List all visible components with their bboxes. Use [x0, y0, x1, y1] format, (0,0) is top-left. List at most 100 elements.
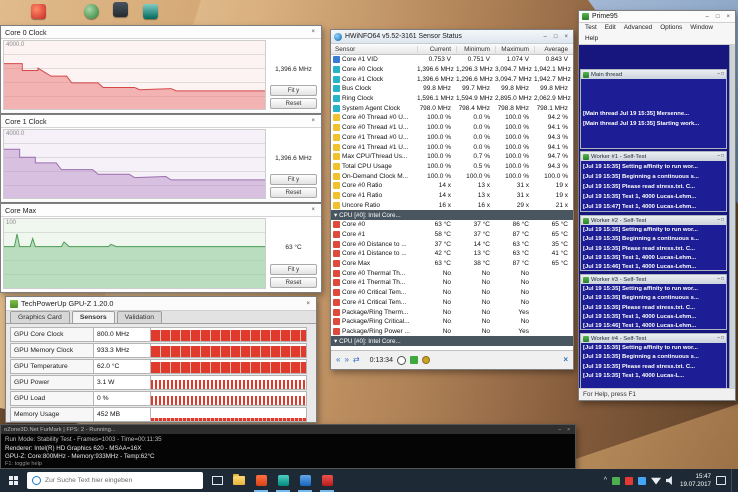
column-minimum[interactable]: Minimum: [456, 45, 495, 53]
child-window-buttons[interactable]: – □: [717, 335, 724, 342]
gpuz-titlebar[interactable]: TechPowerUp GPU-Z 1.20.0 ×: [6, 297, 316, 311]
child-window-buttons[interactable]: – □: [717, 276, 724, 283]
sensor-section-header[interactable]: ▾ CPU [#0]: Intel Core...: [331, 210, 573, 220]
fit-y-button[interactable]: Fit y: [270, 85, 317, 96]
sensor-row[interactable]: Core #1 Thread #0 U... 100.0 % 0.0 % 100…: [331, 133, 573, 143]
sensor-row[interactable]: Ring Clock 1,596.1 MHz 1,594.9 MHz 2,895…: [331, 94, 573, 104]
child-titlebar[interactable]: Worker #3 - Self-Test – □: [581, 275, 726, 284]
sensor-row[interactable]: Core #1 Distance to ... 42 °C 13 °C 63 °…: [331, 249, 573, 259]
child-window-buttons[interactable]: – □: [717, 153, 724, 160]
sensor-row[interactable]: Core #1 VID 0.753 V 0.751 V 1.074 V 0.84…: [331, 55, 573, 65]
tray-app-icon[interactable]: [638, 476, 647, 485]
sensor-row[interactable]: Core #1 Critical Tem... No No No: [331, 298, 573, 308]
gpuz-sensor-value[interactable]: 933.3 MHz: [94, 343, 151, 358]
close-icon[interactable]: ×: [309, 206, 317, 214]
menu-item[interactable]: Options: [656, 23, 686, 34]
child-window-buttons[interactable]: – □: [717, 217, 724, 224]
sensor-row[interactable]: System Agent Clock 798.0 MHz 798.4 MHz 7…: [331, 103, 573, 113]
chevron-up-icon[interactable]: ^: [604, 477, 607, 484]
taskbar-clock[interactable]: 15:47 19.07.2017: [680, 473, 711, 488]
child-titlebar[interactable]: Main thread – □: [581, 70, 726, 79]
menu-item[interactable]: Help: [581, 34, 602, 45]
graph-window-titlebar[interactable]: Core 0 Clock ×: [1, 26, 321, 39]
sensor-row[interactable]: Core #1 58 °C 37 °C 87 °C 65 °C: [331, 230, 573, 240]
gpuz-sensor-value[interactable]: 0 %: [94, 391, 151, 406]
sensor-row[interactable]: Package/Ring Critical... No No No: [331, 317, 573, 327]
settings-gear-icon[interactable]: [421, 356, 430, 364]
sensor-row[interactable]: Core #0 Clock 1,396.6 MHz 1,296.3 MHz 3,…: [331, 65, 573, 75]
network-icon[interactable]: [651, 477, 662, 485]
gpuz-tab[interactable]: Sensors: [71, 311, 115, 323]
forward-icon[interactable]: »: [344, 355, 348, 365]
child-titlebar[interactable]: Worker #1 - Self-Test – □: [581, 152, 726, 161]
sensor-row[interactable]: Core #0 Thread #0 U... 100.0 % 0.0 % 100…: [331, 113, 573, 123]
toolbar-close-icon[interactable]: ×: [563, 355, 568, 365]
prime95-titlebar[interactable]: Prime95 – □ ×: [579, 11, 735, 23]
show-desktop-button[interactable]: [731, 469, 735, 492]
column-sensor[interactable]: Sensor: [331, 46, 417, 53]
child-window-buttons[interactable]: – □: [717, 71, 724, 78]
gpuz-tab[interactable]: Validation: [116, 311, 163, 323]
child-titlebar[interactable]: Worker #4 - Self-Test – □: [581, 334, 726, 343]
graph-window-titlebar[interactable]: Core 1 Clock ×: [1, 115, 321, 128]
hwinfo-titlebar[interactable]: HWiNFO64 v5.52-3161 Sensor Status – □ ×: [331, 30, 573, 44]
gpuz-sensor-value[interactable]: 452 MB: [94, 407, 151, 422]
maximize-icon[interactable]: □: [714, 13, 722, 21]
sensor-row[interactable]: Max CPU/Thread Us... 100.0 % 0.7 % 100.0…: [331, 152, 573, 162]
sensor-row[interactable]: Total CPU Usage 100.0 % 0.5 % 100.0 % 94…: [331, 162, 573, 172]
gpuz-sensor-value[interactable]: 62.0 °C: [94, 359, 151, 374]
gpuz-tab[interactable]: Graphics Card: [10, 311, 70, 323]
sensor-table-header[interactable]: Sensor Current Minimum Maximum Average: [331, 44, 573, 55]
sensor-row[interactable]: Core Max 63 °C 38 °C 87 °C 65 °C: [331, 259, 573, 269]
start-button[interactable]: [0, 469, 26, 492]
close-icon[interactable]: ×: [304, 300, 312, 308]
sensor-row[interactable]: Core #0 Critical Tem... No No No: [331, 288, 573, 298]
action-center-icon[interactable]: [716, 476, 726, 485]
reset-button[interactable]: Reset: [270, 187, 317, 198]
sensor-row[interactable]: On-Demand Clock M... 100.0 % 100.0 % 100…: [331, 171, 573, 181]
desktop-shortcut-icon[interactable]: [84, 4, 99, 19]
hwinfo-task-button[interactable]: [294, 469, 316, 492]
furmark-titlebar[interactable]: oZone3D.Net FurMark | FPS: 2 - Running..…: [1, 425, 575, 434]
reset-button[interactable]: Reset: [270, 277, 317, 288]
logging-icon[interactable]: [409, 356, 418, 364]
close-icon[interactable]: ×: [562, 33, 570, 41]
sensor-row[interactable]: Core #1 Ratio 14 x 13 x 31 x 19 x: [331, 191, 573, 201]
maximize-icon[interactable]: □: [552, 33, 560, 41]
menu-item[interactable]: Window: [686, 23, 717, 34]
minimize-icon[interactable]: –: [704, 13, 711, 21]
sensor-row[interactable]: Core #0 63 °C 37 °C 86 °C 65 °C: [331, 220, 573, 230]
swap-icon[interactable]: ⇄: [353, 355, 360, 365]
sensor-row[interactable]: Package/Ring Power ... No No Yes: [331, 327, 573, 337]
tray-app-icon[interactable]: [625, 476, 634, 485]
minimize-icon[interactable]: –: [556, 426, 563, 434]
file-explorer-button[interactable]: [228, 469, 250, 492]
taskbar-search[interactable]: Zur Suche Text hier eingeben: [27, 472, 203, 489]
clock-icon[interactable]: [396, 355, 406, 365]
column-maximum[interactable]: Maximum: [495, 45, 534, 53]
fit-y-button[interactable]: Fit y: [270, 264, 317, 275]
close-icon[interactable]: ×: [565, 426, 572, 434]
tray-app-icon[interactable]: [612, 476, 621, 485]
minimize-icon[interactable]: –: [542, 33, 549, 41]
desktop-shortcut-icon[interactable]: [31, 4, 46, 19]
menu-item[interactable]: Test: [581, 23, 601, 34]
sensor-row[interactable]: Package/Ring Therm... No No Yes: [331, 307, 573, 317]
reset-button[interactable]: Reset: [270, 98, 317, 109]
sensor-row[interactable]: Core #1 Thermal Th... No No No: [331, 278, 573, 288]
task-view-button[interactable]: [206, 469, 228, 492]
sensor-row[interactable]: Core #1 Clock 1,396.6 MHz 1,296.6 MHz 3,…: [331, 74, 573, 84]
column-average[interactable]: Average: [534, 45, 573, 53]
sensor-section-header[interactable]: ▾ CPU [#0]: Intel Core...: [331, 336, 573, 347]
sensor-row[interactable]: Core #0 Distance to ... 37 °C 14 °C 63 °…: [331, 239, 573, 249]
column-current[interactable]: Current: [417, 45, 456, 53]
close-icon[interactable]: ×: [309, 117, 317, 125]
sensor-row[interactable]: Core #1 Thread #1 U... 100.0 % 0.0 % 100…: [331, 142, 573, 152]
child-titlebar[interactable]: Worker #2 - Self-Test – □: [581, 216, 726, 225]
prime95-task-button[interactable]: [316, 469, 338, 492]
furmark-task-button[interactable]: [250, 469, 272, 492]
desktop-shortcut-icon[interactable]: [113, 2, 128, 17]
back-icon[interactable]: «: [336, 355, 340, 365]
gpuz-sensor-value[interactable]: 3.1 W: [94, 375, 151, 390]
sensor-row[interactable]: Core #0 Thermal Th... No No No: [331, 268, 573, 278]
